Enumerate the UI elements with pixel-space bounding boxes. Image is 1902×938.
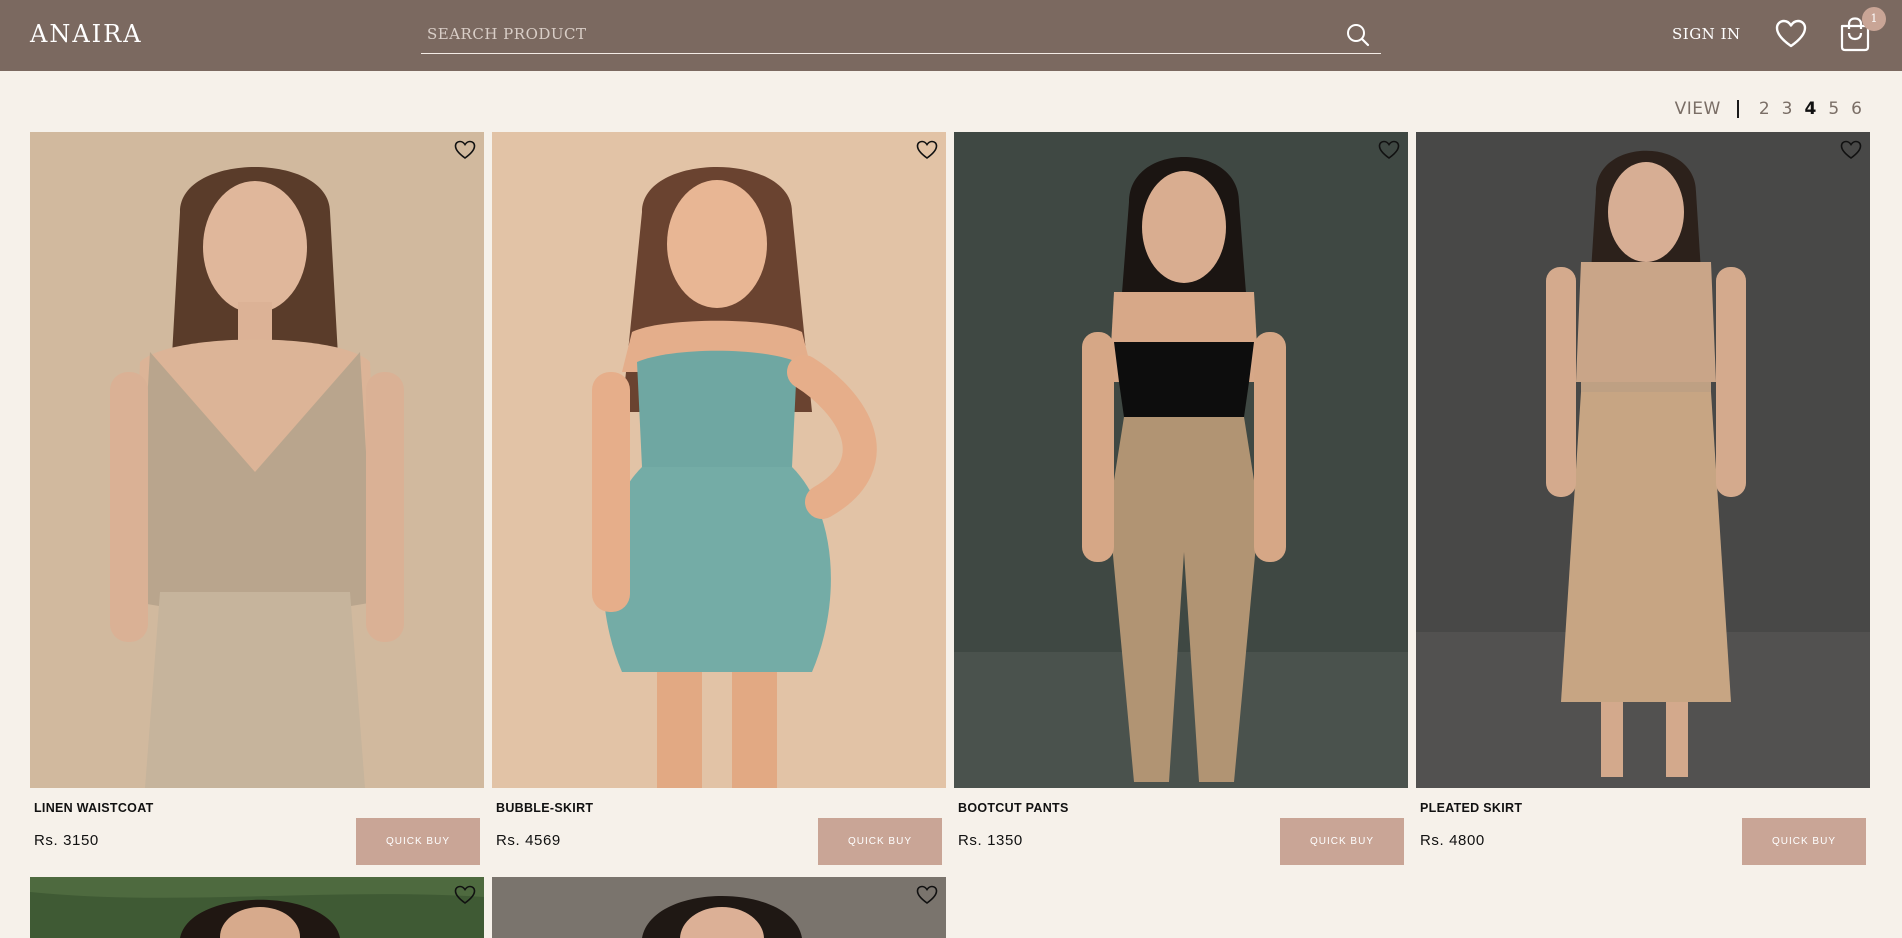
quick-buy-button[interactable]: QUICK BUY — [1280, 818, 1404, 865]
product-name[interactable]: PLEATED SKIRT — [1420, 801, 1522, 815]
product-image[interactable] — [1416, 132, 1870, 788]
search-icon[interactable] — [1345, 22, 1371, 48]
product-image[interactable] — [954, 132, 1408, 788]
heart-icon[interactable] — [916, 885, 938, 905]
view-option-5[interactable]: 5 — [1828, 99, 1839, 119]
product-price: Rs. 3150 — [34, 832, 99, 849]
heart-icon[interactable] — [1840, 140, 1862, 160]
search-bar — [421, 16, 1381, 54]
product-name[interactable]: LINEN WAISTCOAT — [34, 801, 154, 815]
quick-buy-button[interactable]: QUICK BUY — [1742, 818, 1866, 865]
view-divider — [1736, 100, 1739, 118]
product-name[interactable]: BOOTCUT PANTS — [958, 801, 1069, 815]
quick-buy-button[interactable]: QUICK BUY — [356, 818, 480, 865]
product-name[interactable]: BUBBLE-SKIRT — [496, 801, 593, 815]
cart-count-badge: 1 — [1862, 7, 1886, 31]
product-image[interactable] — [30, 877, 484, 938]
heart-icon[interactable] — [916, 140, 938, 160]
sign-in-link[interactable]: SIGN IN — [1672, 25, 1741, 43]
product-price: Rs. 4800 — [1420, 832, 1485, 849]
product-image[interactable] — [492, 132, 946, 788]
heart-icon[interactable] — [1378, 140, 1400, 160]
view-option-2[interactable]: 2 — [1759, 99, 1770, 119]
product-price: Rs. 4569 — [496, 832, 561, 849]
product-image[interactable] — [30, 132, 484, 788]
view-option-6[interactable]: 6 — [1851, 99, 1862, 119]
product-price: Rs. 1350 — [958, 832, 1023, 849]
heart-icon[interactable] — [1775, 19, 1807, 49]
view-option-4[interactable]: 4 — [1805, 99, 1817, 119]
view-option-3[interactable]: 3 — [1782, 99, 1793, 119]
quick-buy-button[interactable]: QUICK BUY — [818, 818, 942, 865]
brand-logo[interactable]: ANAIRA — [30, 20, 143, 48]
site-header: ANAIRA SIGN IN 1 — [0, 0, 1902, 71]
heart-icon[interactable] — [454, 885, 476, 905]
heart-icon[interactable] — [454, 140, 476, 160]
product-image[interactable] — [492, 877, 946, 938]
search-input[interactable] — [427, 20, 1307, 48]
view-label: VIEW — [1674, 99, 1721, 119]
grid-view-selector: VIEW 2 3 4 5 6 — [1675, 99, 1868, 119]
